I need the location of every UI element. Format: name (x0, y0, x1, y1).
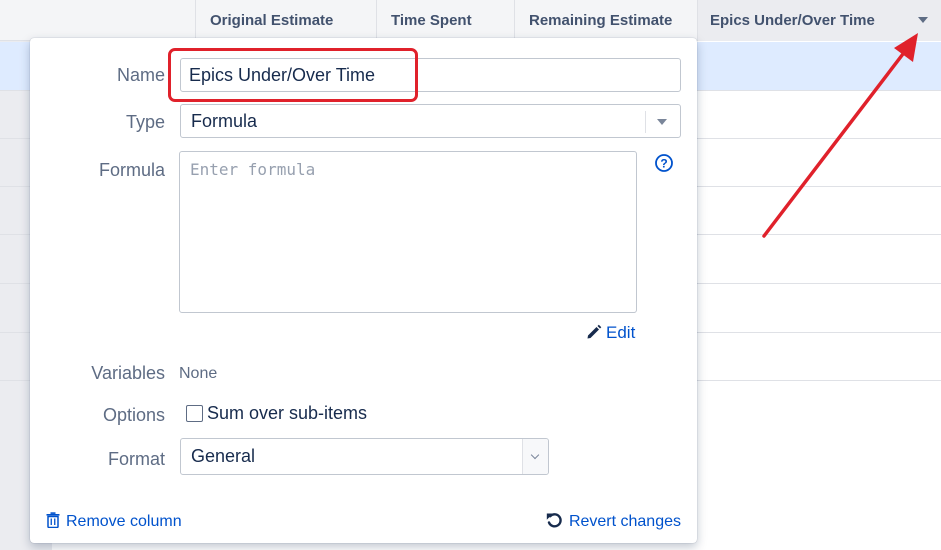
type-label: Type (125, 112, 165, 132)
revert-changes-label: Revert changes (568, 513, 681, 530)
type-select-value: Formula (191, 111, 258, 131)
caret-down-icon[interactable] (657, 119, 667, 125)
edit-link-label: Edit (606, 323, 636, 342)
formula-label: Formula (98, 160, 165, 180)
options-label: Options (102, 405, 165, 425)
revert-changes-link[interactable]: Revert changes (546, 511, 681, 533)
edit-link[interactable]: Edit (586, 322, 635, 344)
sum-over-subitems-checkbox[interactable] (186, 405, 203, 422)
caret-down-icon[interactable] (918, 17, 928, 23)
pencil-icon (587, 324, 602, 339)
format-label: Format (107, 449, 165, 469)
undo-icon (546, 513, 562, 528)
column-header-epics-under-over-time[interactable]: Epics Under/Over Time (697, 0, 941, 41)
select-separator (645, 111, 646, 133)
chevron-down-icon (530, 450, 540, 460)
variables-label: Variables (91, 363, 165, 383)
help-icon-glyph: ? (660, 157, 667, 171)
type-select[interactable]: Formula (180, 104, 681, 138)
remove-column-label: Remove column (66, 513, 182, 530)
format-select[interactable]: General (180, 438, 549, 475)
column-header-time-spent[interactable]: Time Spent (376, 0, 514, 41)
trash-icon (46, 512, 60, 529)
column-header-original-estimate[interactable]: Original Estimate (195, 0, 376, 41)
column-editor-panel: Name Epics Under/Over Time Type Formula … (30, 38, 697, 543)
question-circle-icon[interactable]: ? (654, 153, 674, 173)
variables-value: None (179, 365, 218, 382)
formula-textarea[interactable]: Enter formula (179, 151, 637, 313)
sum-over-subitems-label[interactable]: Sum over sub-items (207, 402, 367, 424)
format-select-button[interactable] (522, 439, 548, 474)
column-header-label: Epics Under/Over Time (710, 12, 875, 29)
table-header: Original Estimate Time Spent Remaining E… (0, 0, 941, 41)
format-select-value: General (191, 446, 256, 466)
annotation-highlight-box (168, 48, 418, 102)
remove-column-link[interactable]: Remove column (46, 511, 182, 533)
name-label: Name (116, 65, 165, 85)
column-header-remaining-estimate[interactable]: Remaining Estimate (514, 0, 697, 41)
